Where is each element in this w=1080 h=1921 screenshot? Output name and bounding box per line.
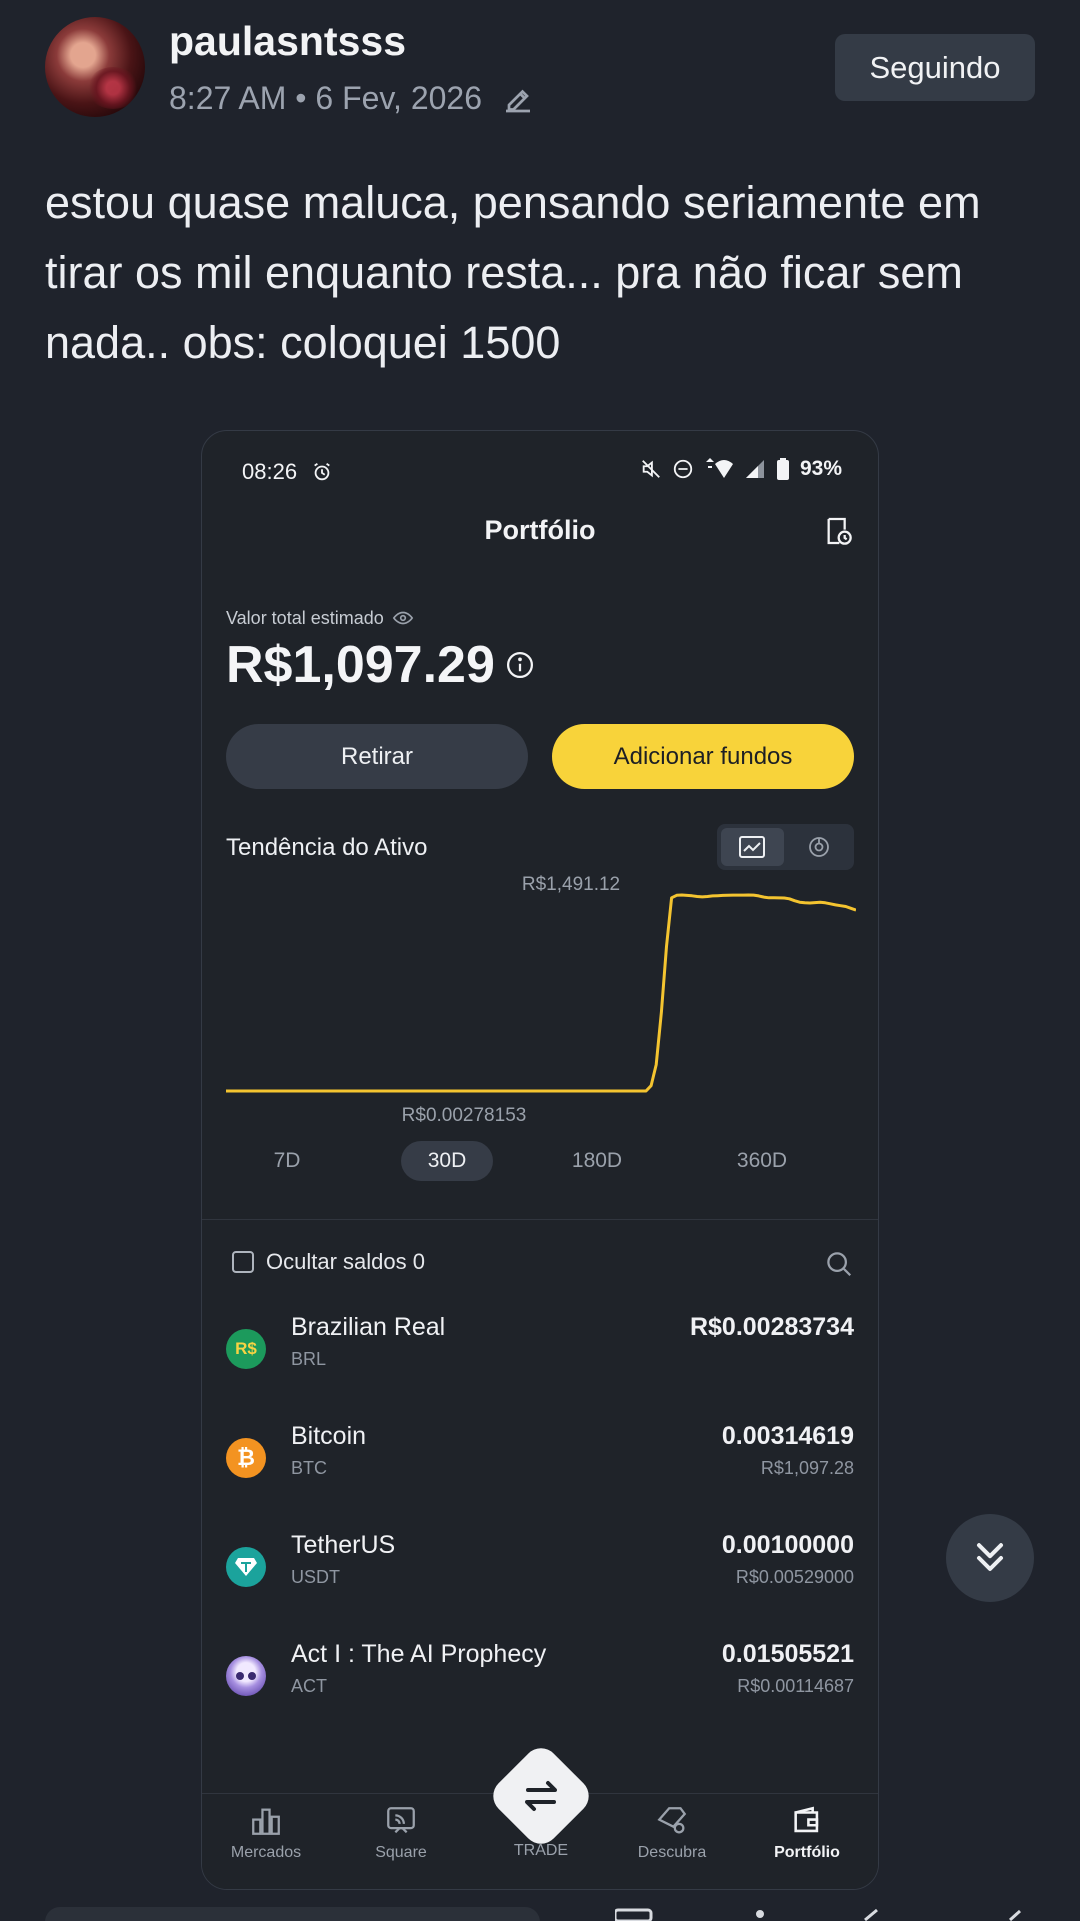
avatar[interactable] [45, 17, 145, 117]
withdraw-button[interactable]: Retirar [226, 724, 528, 789]
bitcoin-icon: ₿ [226, 1438, 266, 1478]
asset-amount: 0.01505521 [721, 1640, 854, 1668]
min-value-label: R$0.00278153 [402, 1105, 527, 1126]
battery-icon [776, 458, 789, 480]
nav-label: Portfólio [774, 1844, 840, 1861]
pie-chart-toggle[interactable] [788, 828, 851, 866]
share-icon[interactable] [864, 1908, 878, 1921]
post-username[interactable]: paulasntsss [169, 18, 406, 65]
max-value-label: R$1,491.12 [522, 874, 620, 895]
asset-row-brl[interactable]: R$ Brazilian Real BRL R$0.00283734 [202, 1309, 878, 1399]
comment-icon[interactable] [615, 1908, 653, 1921]
nav-portfolio[interactable]: Portfólio [752, 1804, 862, 1862]
brl-coin-icon: R$ [226, 1329, 266, 1369]
mute-icon [642, 460, 660, 478]
status-bar-icons: 93% [640, 457, 842, 481]
line-chart-icon [739, 836, 766, 858]
post-meta: 8:27 AM • 6 Fev, 2026 [169, 80, 536, 117]
act-eyes-icon [236, 1672, 256, 1680]
line-chart-toggle[interactable] [721, 828, 784, 866]
like-icon[interactable] [1008, 1909, 1022, 1921]
trend-title: Tendência do Ativo [226, 834, 428, 861]
asset-name: Bitcoin [291, 1422, 367, 1450]
nav-markets[interactable]: Mercados [211, 1804, 321, 1862]
asset-symbol: USDT [291, 1567, 340, 1587]
info-icon[interactable] [505, 650, 535, 680]
tether-icon [226, 1547, 266, 1587]
balance-label: Valor total estimado [226, 607, 414, 629]
action-icons-strip [615, 1908, 1022, 1921]
asset-row-act[interactable]: Act I : The AI Prophecy ACT 0.01505521 R… [202, 1636, 878, 1726]
nav-square[interactable]: Square [346, 1804, 456, 1862]
series-line [226, 893, 856, 1093]
asset-symbol: BRL [291, 1349, 327, 1369]
nav-label: Descubra [637, 1844, 707, 1861]
comment-input-bar[interactable] [45, 1907, 540, 1921]
status-time: 08:26 [242, 459, 298, 484]
balance-value: R$1,097.29 [226, 636, 495, 694]
asset-symbol: BTC [291, 1458, 327, 1478]
bar-chart-icon [252, 1808, 280, 1835]
alarm-icon [314, 462, 330, 481]
hide-balances-toggle[interactable]: Ocultar saldos 0 [232, 1249, 425, 1275]
history-icon[interactable] [822, 515, 854, 547]
asset-name: Brazilian Real [291, 1313, 446, 1341]
eye-icon[interactable] [392, 607, 414, 629]
asset-amount: 0.00100000 [721, 1531, 854, 1559]
status-bar-time: 08:26 [242, 459, 333, 485]
timeframe-360d[interactable]: 360D [717, 1141, 807, 1181]
timeframe-30d[interactable]: 30D [401, 1141, 493, 1181]
asset-fiat-value: R$0.00114687 [737, 1676, 854, 1696]
asset-symbol: ACT [291, 1676, 327, 1696]
asset-row-usdt[interactable]: TetherUS USDT 0.00100000 R$0.00529000 [202, 1527, 878, 1617]
chart-view-toggle[interactable] [717, 824, 854, 870]
nav-label: Square [375, 1844, 427, 1861]
asset-fiat-value: R$0.00529000 [735, 1567, 854, 1587]
tag-icon [657, 1807, 687, 1834]
scroll-down-button[interactable] [946, 1514, 1034, 1602]
asset-amount: 0.00314619 [721, 1422, 854, 1450]
nav-trade-label: TRADE [513, 1842, 569, 1859]
hide-balances-label: Ocultar saldos 0 [266, 1249, 425, 1274]
timeframe-7d[interactable]: 7D [252, 1141, 322, 1181]
asset-row-btc[interactable]: ₿ Bitcoin BTC 0.00314619 R$1,097.28 [202, 1418, 878, 1508]
cast-icon [387, 1807, 415, 1834]
asset-name: TetherUS [291, 1531, 396, 1559]
asset-fiat-value: R$1,097.28 [760, 1458, 854, 1478]
asset-trend-chart[interactable]: R$1,491.12 R$0.00278153 [226, 871, 856, 1131]
wifi-icon [705, 458, 733, 478]
asset-amount: R$0.00283734 [689, 1313, 854, 1341]
hide-balances-checkbox[interactable] [232, 1251, 254, 1273]
balance-label-text: Valor total estimado [226, 607, 384, 628]
edit-icon [506, 89, 531, 112]
nav-discover[interactable]: Descubra [617, 1804, 727, 1862]
timeframe-180d[interactable]: 180D [552, 1141, 642, 1181]
post-text: estou quase maluca, pensando seriamente … [45, 177, 981, 368]
tether-logo [235, 1558, 257, 1576]
act-coin-icon [226, 1656, 266, 1696]
swap-icon[interactable] [516, 1773, 566, 1819]
divider [202, 1219, 878, 1220]
nav-label: Mercados [230, 1844, 302, 1861]
page-title: Portfólio [484, 515, 596, 545]
search-icon[interactable] [824, 1249, 854, 1279]
pie-chart-icon [808, 837, 829, 857]
wallet-icon [794, 1806, 819, 1833]
do-not-disturb-icon [673, 459, 693, 479]
battery-level: 93% [799, 457, 842, 480]
double-chevron-down-icon [976, 1543, 1004, 1572]
balance-amount: R$1,097.29 [226, 635, 535, 695]
add-funds-button[interactable]: Adicionar fundos [552, 724, 854, 789]
more-icon[interactable] [756, 1910, 764, 1918]
signal-icon [745, 460, 764, 478]
following-button[interactable]: Seguindo [835, 34, 1035, 101]
post-timestamp: 8:27 AM • 6 Fev, 2026 [169, 80, 483, 116]
asset-name: Act I : The AI Prophecy [291, 1640, 547, 1668]
embedded-screenshot[interactable]: 08:26 93% Portfólio Valor total estimado… [201, 430, 879, 1890]
